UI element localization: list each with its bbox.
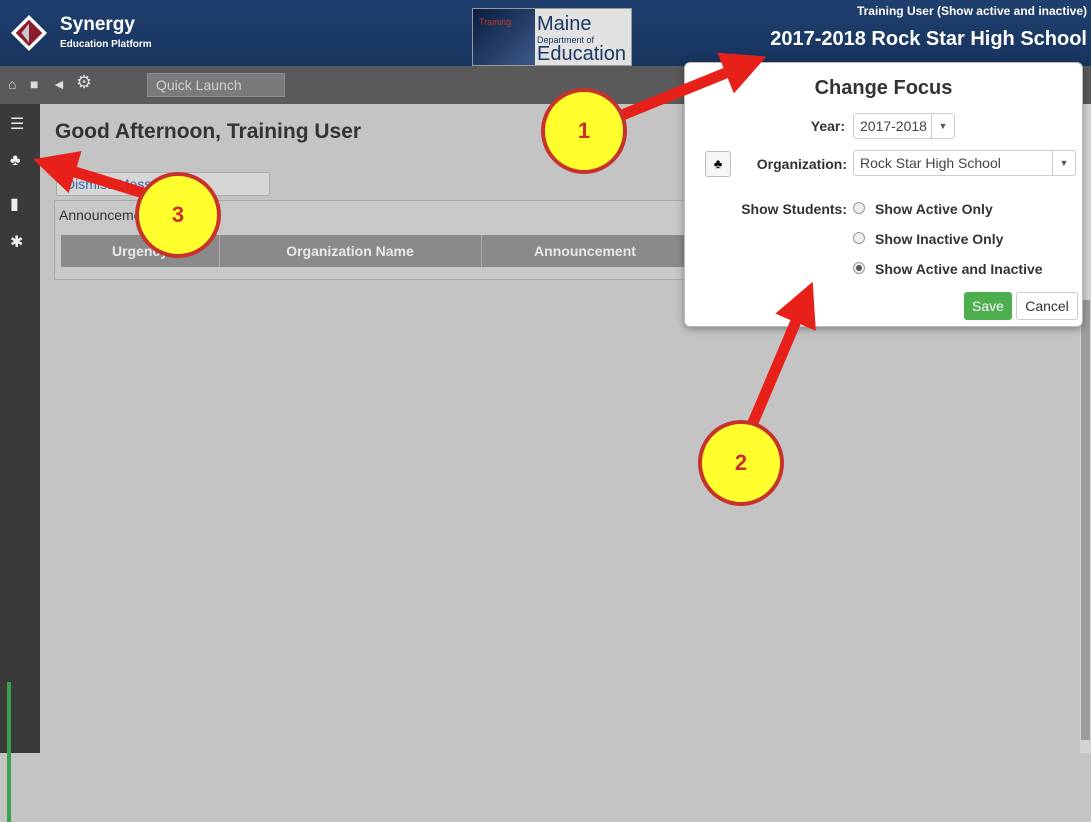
- arrow-3: [33, 151, 152, 201]
- callout-2: 2: [698, 420, 784, 506]
- arrow-2: [746, 281, 816, 428]
- callout-1: 1: [541, 88, 627, 174]
- callout-3: 3: [135, 172, 221, 258]
- arrow-1: [607, 52, 767, 126]
